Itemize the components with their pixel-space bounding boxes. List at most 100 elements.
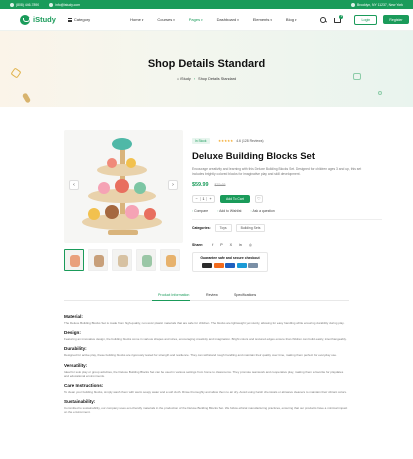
nav-item-pages[interactable]: Pages▾ xyxy=(189,17,203,22)
site-header: iStudy Category Home▾ Courses▾ Pages▾ Dashb… xyxy=(0,9,413,31)
share-label: Share: xyxy=(192,243,204,248)
email-contact[interactable]: info@istudy.com xyxy=(49,2,80,7)
chevron-down-icon: ▾ xyxy=(294,18,297,22)
tag[interactable]: Toys xyxy=(214,224,232,233)
breadcrumb-current: Shop Details Standard xyxy=(198,77,237,81)
divider xyxy=(192,219,382,221)
page-title: Shop Details Standard xyxy=(147,58,266,70)
product-actions: Compare Add to Wishlist Ask a question xyxy=(192,209,382,213)
product-info: In Stock ★★★★★ 4.6 (128 Reviews) Deluxe … xyxy=(192,129,382,273)
star-rating-icon: ★★★★★ xyxy=(217,139,234,143)
search-icon[interactable] xyxy=(320,16,327,23)
section-paragraph: The Deluxe Building Blocks Set is made f… xyxy=(64,321,345,325)
decorative-shape xyxy=(378,91,382,95)
section-heading: Material: xyxy=(64,314,83,319)
section-paragraph: Ideal for solo play or group activities,… xyxy=(64,369,344,378)
category-menu[interactable]: Category xyxy=(67,17,90,22)
product-description: Encourage creativity and learning with t… xyxy=(192,167,362,176)
nav-item-dashboard[interactable]: Dashboard▾ xyxy=(217,17,239,22)
facebook-icon[interactable]: f xyxy=(212,243,213,247)
section-paragraph: To clean your building blocks, simply wa… xyxy=(64,390,347,395)
heart-icon[interactable]: ♡ xyxy=(254,195,263,204)
home-icon: ⌂ xyxy=(176,77,180,81)
thumbnail[interactable] xyxy=(160,249,180,271)
thumbnail[interactable] xyxy=(64,249,84,271)
nav-item-blog[interactable]: Blog▾ xyxy=(286,17,297,22)
cart-count-badge: 0 xyxy=(339,14,344,19)
gallery-next-button[interactable]: › xyxy=(168,180,178,190)
quantity-value[interactable]: 1 xyxy=(200,197,207,202)
section-heading: Versatility: xyxy=(64,362,88,368)
email-icon xyxy=(49,2,54,7)
nav-item-courses[interactable]: Courses▾ xyxy=(157,17,174,22)
categories-row: Categories: Toys Building Sets xyxy=(192,224,382,233)
chevron-down-icon: ▾ xyxy=(237,18,239,22)
logo[interactable]: iStudy xyxy=(20,14,56,25)
breadcrumb: ⌂ iStudy › Shop Details Standard xyxy=(0,77,413,81)
register-button[interactable]: Register xyxy=(383,15,409,24)
breadcrumb-home-link[interactable]: iStudy xyxy=(180,77,191,81)
product-description-sections: Material: The Deluxe Building Blocks Set … xyxy=(64,309,349,415)
wishlist-link[interactable]: Add to Wishlist xyxy=(217,209,241,213)
section-heading: Sustainability: xyxy=(64,399,96,405)
categories-label: Categories: xyxy=(192,226,211,231)
cake-stand-toy-image xyxy=(82,138,162,235)
section-heading: Care Instructions: xyxy=(64,383,104,389)
section-paragraph: Featuring an innovative design, the buil… xyxy=(64,337,347,342)
payment-card-icon xyxy=(202,263,212,269)
payment-card-icon xyxy=(236,263,247,269)
ask-question-link[interactable]: Ask a question xyxy=(251,209,274,213)
pinterest-icon[interactable]: P xyxy=(220,243,222,247)
quantity-stepper[interactable]: − 1 + xyxy=(192,195,215,204)
rating[interactable]: ★★★★★ 4.6 (128 Reviews) xyxy=(218,139,264,143)
add-to-cart-button[interactable]: Add To Cart xyxy=(220,195,250,204)
section-heading: Design: xyxy=(64,330,81,336)
tag[interactable]: Building Sets xyxy=(235,224,266,233)
chevron-down-icon: ▾ xyxy=(201,18,203,22)
decorative-shape xyxy=(21,92,32,104)
payment-card-icon xyxy=(248,263,258,269)
nav-item-elements[interactable]: Elements▾ xyxy=(253,17,272,22)
top-bar: (808) 446-7890 info@istudy.com Brooklyn,… xyxy=(0,0,413,9)
secure-checkout-box: Guarantee safe and secure checkout xyxy=(192,252,268,273)
product-tabs: Product Information Review Specification… xyxy=(64,293,349,301)
tab-review[interactable]: Review xyxy=(206,293,218,297)
section-heading: Durability: xyxy=(64,346,87,352)
thumbnail[interactable] xyxy=(112,249,132,271)
section-paragraph: Committed to sustainability, our company… xyxy=(64,406,348,415)
thumbnail[interactable] xyxy=(88,249,108,271)
stock-badge: In Stock xyxy=(192,138,210,144)
login-button[interactable]: Login xyxy=(354,14,378,25)
x-icon[interactable]: X xyxy=(230,243,232,247)
share-row: Share: f P Xin ◎ xyxy=(192,243,382,247)
location-icon xyxy=(350,2,355,7)
product-main-image: ‹ › xyxy=(64,130,183,243)
main-nav: Home▾ Courses▾ Pages▾ Dashboard▾ Elements▾ Bl… xyxy=(130,17,296,22)
nav-item-home[interactable]: Home▾ xyxy=(130,17,143,22)
phone-contact[interactable]: (808) 446-7890 xyxy=(10,2,39,7)
payment-methods xyxy=(197,263,263,269)
chevron-down-icon: ▾ xyxy=(173,18,175,22)
address-info: Brooklyn, NY 11237, New York xyxy=(350,2,403,7)
linkedin-icon[interactable]: ◎ xyxy=(249,243,252,247)
plus-icon[interactable]: + xyxy=(207,197,214,201)
tab-product-information[interactable]: Product Information xyxy=(158,293,189,297)
old-price: $79.65 xyxy=(214,183,226,188)
phone-icon xyxy=(10,2,14,7)
instagram-icon[interactable]: in xyxy=(239,243,242,247)
gallery-prev-button[interactable]: ‹ xyxy=(69,180,79,190)
payment-card-icon xyxy=(213,263,224,269)
chevron-down-icon: ▾ xyxy=(141,18,144,22)
breadcrumb-separator-icon: › xyxy=(193,77,196,81)
tab-specifications[interactable]: Specifications xyxy=(234,293,256,297)
compare-link[interactable]: Compare xyxy=(192,209,208,213)
active-tab-indicator xyxy=(152,299,190,301)
cart-icon[interactable]: 0 xyxy=(334,14,344,23)
minus-icon[interactable]: − xyxy=(193,197,200,201)
rating-text: 4.6 (128 Reviews) xyxy=(236,139,264,143)
thumbnail-strip xyxy=(64,249,180,271)
product-title: Deluxe Building Blocks Set xyxy=(192,151,315,162)
thumbnail[interactable] xyxy=(136,249,156,271)
secure-checkout-title: Guarantee safe and secure checkout xyxy=(200,256,260,261)
page-banner: Shop Details Standard ⌂ iStudy › Shop De… xyxy=(0,31,413,107)
